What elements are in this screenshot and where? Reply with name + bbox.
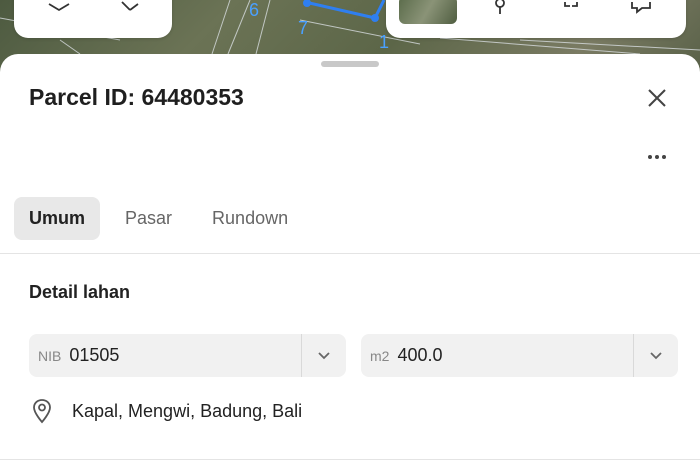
map-tools-left <box>14 0 172 38</box>
ruler-icon[interactable] <box>118 0 142 16</box>
nib-prefix: NIB <box>38 347 62 364</box>
location-text: Kapal, Mengwi, Badung, Bali <box>72 400 303 421</box>
nib-field[interactable]: NIB 01505 <box>29 334 346 377</box>
layers-icon[interactable] <box>47 0 71 16</box>
close-button[interactable] <box>644 85 670 111</box>
chat-icon[interactable] <box>629 0 653 16</box>
tab-umum[interactable]: Umum <box>14 197 101 240</box>
area-dropdown[interactable] <box>634 334 678 377</box>
close-icon <box>648 89 666 107</box>
tab-pasar[interactable]: Pasar <box>110 197 187 240</box>
split-icon[interactable] <box>559 0 583 16</box>
more-options-button[interactable] <box>645 149 671 165</box>
nib-dropdown[interactable] <box>302 334 346 377</box>
location-pin-icon <box>33 399 51 424</box>
tab-divider <box>0 253 700 254</box>
more-icon <box>648 155 666 159</box>
parcel-number-7: 7 <box>298 18 308 38</box>
parcel-title: Parcel ID: 64480353 <box>29 84 244 110</box>
parcel-detail-sheet: Parcel ID: 64480353 Umum Pasar Rundown D… <box>0 54 700 467</box>
section-title: Detail lahan <box>29 282 131 302</box>
satellite-thumbnail[interactable] <box>399 0 457 24</box>
area-value: 400.0 <box>397 345 443 365</box>
area-prefix: m2 <box>370 347 390 364</box>
tab-rundown[interactable]: Rundown <box>197 197 303 240</box>
parcel-number-1: 1 <box>379 32 389 52</box>
bottom-divider <box>0 459 700 460</box>
pin-icon[interactable] <box>488 0 512 16</box>
chevron-down-icon <box>318 351 330 359</box>
location-row: Kapal, Mengwi, Badung, Bali <box>31 398 302 424</box>
chevron-down-icon <box>650 351 662 359</box>
parcel-number-6: 6 <box>249 0 259 20</box>
drag-handle[interactable] <box>321 61 379 67</box>
tab-bar: Umum Pasar Rundown <box>14 197 303 240</box>
map-tools-right <box>386 0 686 38</box>
nib-value: 01505 <box>69 345 120 365</box>
area-field[interactable]: m2 400.0 <box>361 334 678 377</box>
